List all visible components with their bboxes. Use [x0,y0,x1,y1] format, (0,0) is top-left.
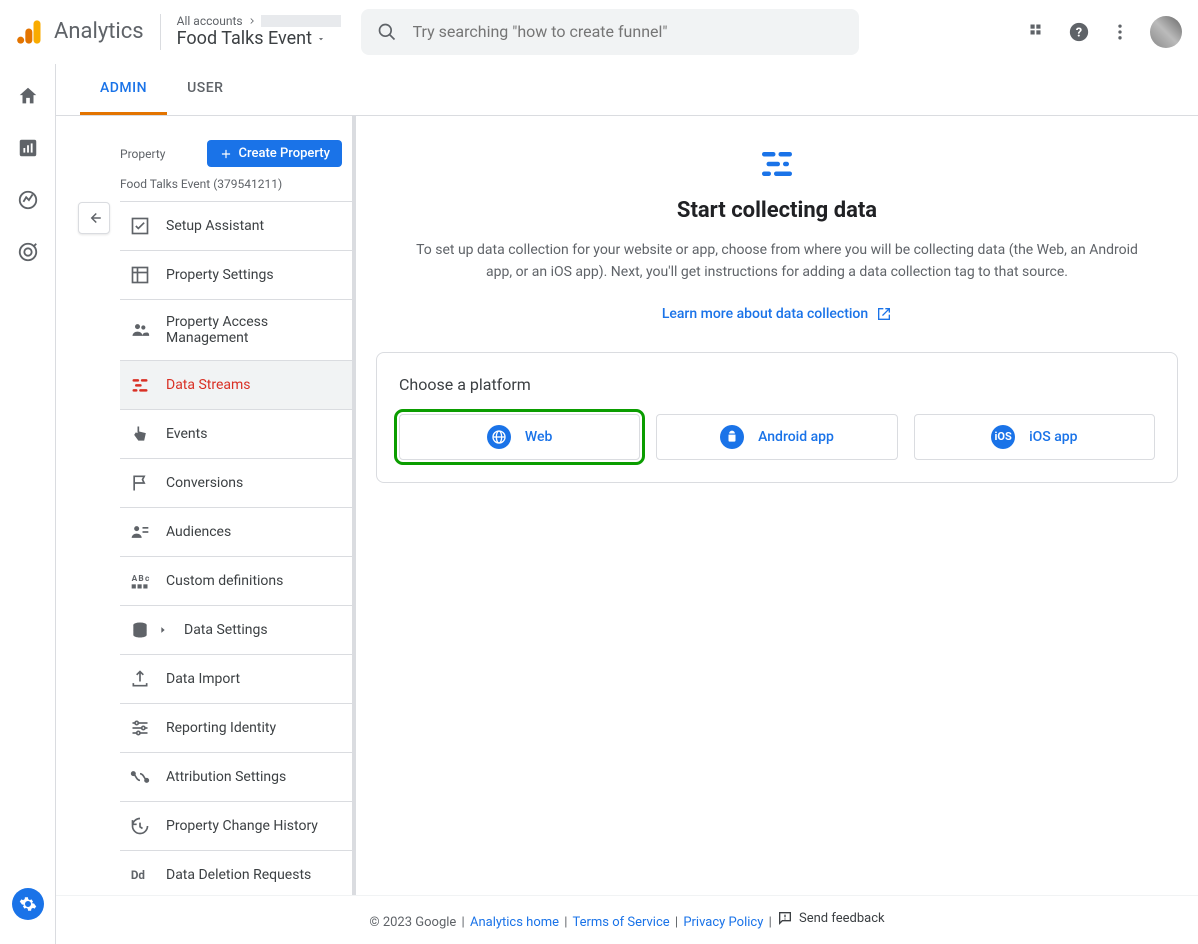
svg-text:Dd: Dd [131,868,145,882]
panel-title: Start collecting data [376,198,1178,223]
choose-platform-label: Choose a platform [399,375,1155,394]
database-icon [130,620,150,640]
menu-property-settings[interactable]: Property Settings [120,251,352,300]
more-icon[interactable] [1110,22,1130,42]
flag-icon [130,473,150,493]
ios-icon: iOS [991,425,1015,449]
custom-definitions-icon: ABc [130,571,150,591]
analytics-logo-icon [16,18,44,46]
apps-icon[interactable] [1028,22,1048,42]
tap-icon [130,424,150,444]
footer: © 2023 Google | Analytics home | Terms o… [56,895,1198,944]
rail-admin-gear-icon[interactable] [12,888,44,920]
platform-android-button[interactable]: Android app [656,414,897,460]
search-box[interactable] [361,9,859,55]
tab-user[interactable]: USER [167,64,243,115]
menu-setup-assistant[interactable]: Setup Assistant [120,202,352,251]
android-icon [720,425,744,449]
menu-data-import[interactable]: Data Import [120,655,352,704]
property-column: Property Create Property Food Talks Even… [56,116,356,944]
rail-home-icon[interactable] [16,84,40,108]
dropdown-icon [316,34,326,44]
sliders-icon [130,718,150,738]
attribution-icon [130,767,150,787]
footer-copyright: © 2023 Google [369,915,456,930]
panel-description: To set up data collection for your websi… [407,239,1147,284]
header-right: ? [1028,16,1182,48]
history-icon [130,816,150,836]
menu-property-access[interactable]: Property Access Management [120,300,352,361]
create-property-button[interactable]: Create Property [207,140,342,167]
property-id-label: Food Talks Event (379541211) [120,177,352,202]
footer-privacy[interactable]: Privacy Policy [683,915,763,930]
menu-events[interactable]: Events [120,410,352,459]
rail-advertising-icon[interactable] [16,240,40,264]
menu-data-streams[interactable]: Data Streams [120,361,352,410]
audiences-icon [130,522,150,542]
dd-icon: Dd [130,865,150,885]
search-icon [377,22,397,42]
layout-icon [130,265,150,285]
rail-explore-icon[interactable] [16,188,40,212]
menu-attribution-settings[interactable]: Attribution Settings [120,753,352,802]
menu-conversions[interactable]: Conversions [120,459,352,508]
platform-card: Choose a platform Web Android app iOS [376,352,1178,483]
svg-text:B: B [138,574,143,584]
account-selector[interactable]: All accounts Food Talks Event [177,14,341,49]
data-streams-icon [130,375,150,395]
svg-text:?: ? [1076,25,1082,40]
stream-hero-icon [376,146,1178,182]
menu-data-deletion[interactable]: DdData Deletion Requests [120,851,352,900]
header-divider [160,14,161,50]
tab-admin[interactable]: ADMIN [80,64,167,115]
help-icon[interactable]: ? [1068,21,1090,43]
people-icon [130,320,150,340]
menu-change-history[interactable]: Property Change History [120,802,352,851]
platform-web-button[interactable]: Web [399,414,640,460]
menu-custom-definitions[interactable]: ABcCustom definitions [120,557,352,606]
footer-analytics-home[interactable]: Analytics home [470,915,559,930]
app-header: Analytics All accounts Food Talks Event … [0,0,1198,64]
rail-reports-icon[interactable] [16,136,40,160]
all-accounts-label: All accounts [177,14,243,28]
svg-text:A: A [132,574,138,584]
app-name: Analytics [54,19,144,44]
plus-icon [219,147,233,161]
chevron-right-icon [158,625,168,635]
menu-audiences[interactable]: Audiences [120,508,352,557]
web-icon [487,425,511,449]
footer-feedback[interactable]: Send feedback [777,910,885,926]
menu-reporting-identity[interactable]: Reporting Identity [120,704,352,753]
property-menu: Setup Assistant Property Settings Proper… [120,202,352,944]
search-input[interactable] [413,22,843,41]
redacted-account [261,15,341,27]
property-label: Property [120,147,165,161]
menu-data-settings[interactable]: Data Settings [120,606,352,655]
learn-more-link[interactable]: Learn more about data collection [662,306,868,322]
logo-section: Analytics [16,18,144,46]
check-box-icon [130,216,150,236]
platform-ios-button[interactable]: iOS iOS app [914,414,1155,460]
feedback-icon [777,910,793,926]
open-in-new-icon [876,306,892,322]
upload-icon [130,669,150,689]
left-nav-rail [0,64,56,944]
chevron-right-icon [247,16,257,26]
back-button[interactable] [78,202,110,234]
property-name-label: Food Talks Event [177,28,312,49]
admin-tabs: ADMIN USER [56,64,1198,116]
footer-terms[interactable]: Terms of Service [572,915,669,930]
user-avatar[interactable] [1150,16,1182,48]
data-streams-panel: Start collecting data To set up data col… [356,116,1198,944]
arrow-left-icon [85,209,103,227]
svg-text:c: c [145,574,150,584]
